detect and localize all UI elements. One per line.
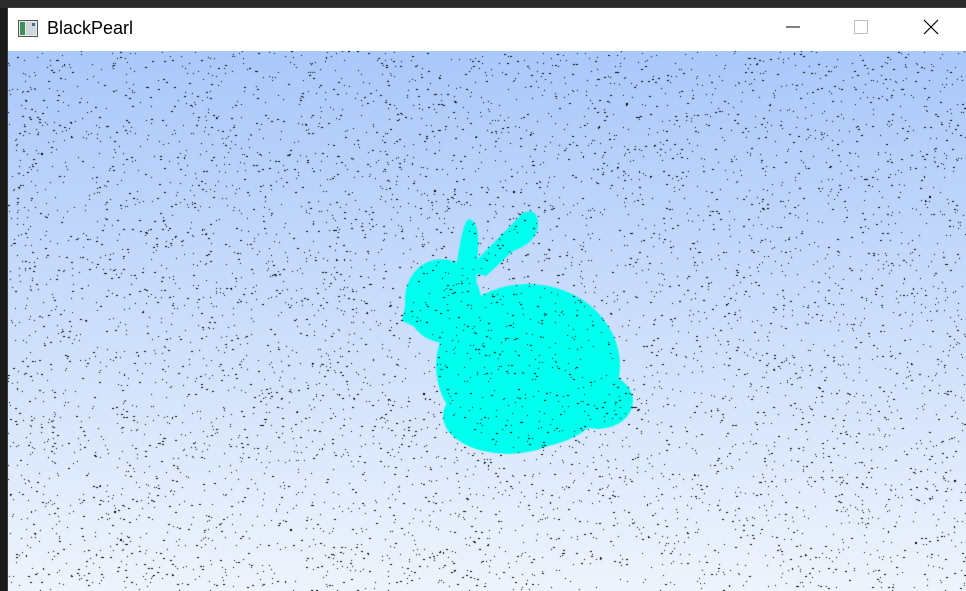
- maximize-button[interactable]: [838, 8, 884, 51]
- close-icon: [923, 19, 939, 40]
- minimize-button[interactable]: [770, 8, 816, 51]
- desktop-edge: [0, 8, 8, 591]
- title-bar[interactable]: BlackPearl: [8, 8, 966, 51]
- app-window: BlackPearl: [8, 8, 966, 591]
- app-window-icon: [18, 20, 38, 37]
- window-title: BlackPearl: [47, 18, 134, 38]
- render-viewport[interactable]: [8, 51, 966, 591]
- point-cloud-canvas[interactable]: [8, 51, 966, 591]
- maximize-icon: [853, 19, 869, 40]
- minimize-icon: [785, 19, 801, 40]
- close-button[interactable]: [908, 8, 954, 51]
- desktop-background: [0, 0, 966, 8]
